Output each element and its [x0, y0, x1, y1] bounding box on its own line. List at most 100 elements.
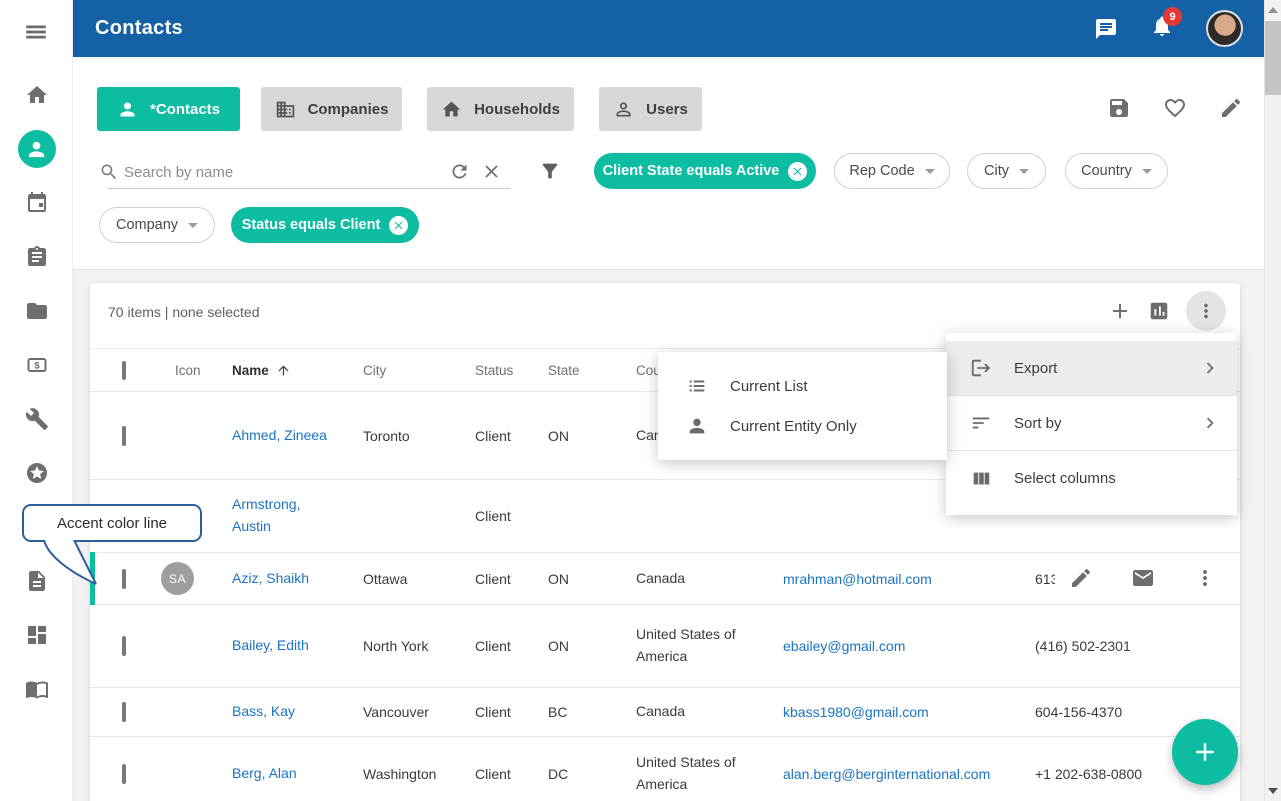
contact-name-link[interactable]: Aziz, Shaikh [232, 568, 309, 590]
menu-item-select-columns[interactable]: Select columns [946, 451, 1237, 506]
column-header-city[interactable]: City [363, 363, 475, 378]
cell-email[interactable]: ebailey@gmail.com [783, 638, 905, 654]
tab-companies[interactable]: Companies [261, 87, 402, 131]
chart-icon[interactable] [1148, 300, 1170, 322]
sidebar-item-contacts[interactable] [15, 122, 59, 176]
sidebar-item-home[interactable] [15, 68, 59, 122]
sidebar-item-tools[interactable] [15, 392, 59, 446]
sidebar-item-billing[interactable]: $ [15, 338, 59, 392]
cell-status: Client [475, 428, 548, 444]
filter-chip-client-state[interactable]: Client State equals Active [594, 153, 816, 189]
sidebar-item-tasks[interactable] [15, 230, 59, 284]
cell-status: Client [475, 638, 548, 654]
tab-label: *Contacts [150, 101, 220, 118]
row-hover-actions [1055, 553, 1240, 603]
contact-name-link[interactable]: Armstrong, Austin [232, 494, 328, 537]
table-row[interactable]: Bailey, Edith North York Client ON Unite… [90, 605, 1240, 688]
notifications-button[interactable]: 9 [1150, 14, 1174, 43]
callout-bubble: Accent color line [22, 504, 202, 542]
edit-icon[interactable] [1219, 96, 1243, 120]
cell-status: Client [475, 571, 548, 587]
person-icon [686, 415, 708, 437]
cell-email[interactable]: mrahman@hotmail.com [783, 571, 932, 587]
submenu-item-current-entity-only[interactable]: Current Entity Only [658, 406, 947, 446]
contact-name-link[interactable]: Bailey, Edith [232, 635, 309, 657]
submenu-item-label: Current List [730, 378, 808, 395]
menu-item-label: Sort by [1014, 415, 1062, 432]
filter-icon[interactable] [539, 160, 561, 182]
tab-contacts[interactable]: *Contacts [97, 87, 240, 131]
more-options-button[interactable] [1186, 291, 1226, 331]
cell-city: Ottawa [363, 571, 475, 587]
search-input[interactable] [124, 159, 424, 185]
row-checkbox[interactable] [122, 764, 126, 784]
submenu-item-label: Current Entity Only [730, 418, 857, 435]
folder-icon [25, 299, 49, 323]
add-contact-fab[interactable] [1172, 719, 1238, 785]
table-row[interactable]: Berg, Alan Washington Client DC United S… [90, 737, 1240, 801]
row-checkbox[interactable] [122, 702, 126, 722]
filter-chip-company[interactable]: Company [99, 207, 215, 243]
remove-filter-icon[interactable] [788, 162, 807, 181]
filter-chip-city[interactable]: City [967, 153, 1046, 189]
callout-tail [34, 540, 104, 586]
email-icon[interactable] [1131, 566, 1155, 590]
filter-chip-country[interactable]: Country [1065, 153, 1168, 189]
cell-email[interactable]: alan.berg@berginternational.com [783, 766, 990, 782]
row-checkbox[interactable] [122, 569, 126, 589]
sidebar: $ [0, 0, 73, 801]
chip-label: City [984, 163, 1009, 179]
sidebar-item-calendar[interactable] [15, 176, 59, 230]
refresh-icon[interactable] [449, 161, 470, 182]
tab-households[interactable]: Households [427, 87, 574, 131]
page-title: Contacts [95, 17, 183, 40]
plus-icon [1190, 737, 1220, 767]
table-row-selected-accent[interactable]: SA Aziz, Shaikh Ottawa Client ON Canada … [90, 553, 1240, 605]
column-header-name[interactable]: Name [232, 363, 363, 378]
clear-search-icon[interactable] [481, 161, 502, 182]
add-icon[interactable] [1108, 299, 1132, 323]
notification-badge: 9 [1163, 7, 1182, 26]
column-header-status[interactable]: Status [475, 363, 548, 378]
row-checkbox[interactable] [122, 426, 126, 446]
contact-name-link[interactable]: Ahmed, Zineea [232, 425, 327, 447]
chat-icon[interactable] [1094, 17, 1118, 41]
remove-filter-icon[interactable] [389, 216, 408, 235]
row-checkbox[interactable] [122, 636, 126, 656]
select-all-checkbox[interactable] [122, 361, 126, 380]
sidebar-item-documents[interactable] [15, 284, 59, 338]
column-label: Name [232, 363, 269, 378]
filter-chip-status[interactable]: Status equals Client [231, 207, 419, 243]
scroll-down-arrow[interactable] [1268, 788, 1278, 794]
cell-email[interactable]: kbass1980@gmail.com [783, 704, 929, 720]
cell-country: United States of America [636, 752, 752, 795]
user-avatar[interactable] [1206, 10, 1243, 47]
menu-item-export[interactable]: Export [946, 341, 1237, 396]
sidebar-item-library[interactable] [15, 662, 59, 716]
favorite-icon[interactable] [1163, 96, 1187, 120]
save-icon[interactable] [1107, 96, 1131, 120]
vertical-scrollbar[interactable] [1264, 0, 1281, 801]
scrollbar-thumb[interactable] [1265, 21, 1281, 95]
contact-name-link[interactable]: Bass, Kay [232, 701, 295, 723]
menu-icon[interactable] [22, 19, 50, 45]
contact-name-link[interactable]: Berg, Alan [232, 763, 297, 785]
menu-item-sort-by[interactable]: Sort by [946, 396, 1237, 451]
sidebar-item-dashboard[interactable] [15, 608, 59, 662]
tab-users[interactable]: Users [599, 87, 702, 131]
submenu-item-current-list[interactable]: Current List [658, 366, 947, 406]
star-icon [25, 461, 49, 485]
scroll-up-arrow[interactable] [1268, 7, 1278, 13]
column-header-state[interactable]: State [548, 363, 636, 378]
company-icon [275, 99, 296, 120]
svg-text:$: $ [34, 361, 40, 372]
cell-country: United States of America [636, 624, 752, 667]
chip-label: Rep Code [849, 163, 914, 179]
filter-chip-rep-code[interactable]: Rep Code [834, 153, 950, 189]
edit-row-icon[interactable] [1069, 566, 1093, 590]
avatar-initials[interactable]: SA [161, 562, 194, 595]
row-more-icon[interactable] [1193, 566, 1217, 590]
column-header-icon[interactable]: Icon [158, 363, 232, 378]
table-row[interactable]: Bass, Kay Vancouver Client BC Canada kba… [90, 688, 1240, 737]
sidebar-item-favorites[interactable] [15, 446, 59, 500]
